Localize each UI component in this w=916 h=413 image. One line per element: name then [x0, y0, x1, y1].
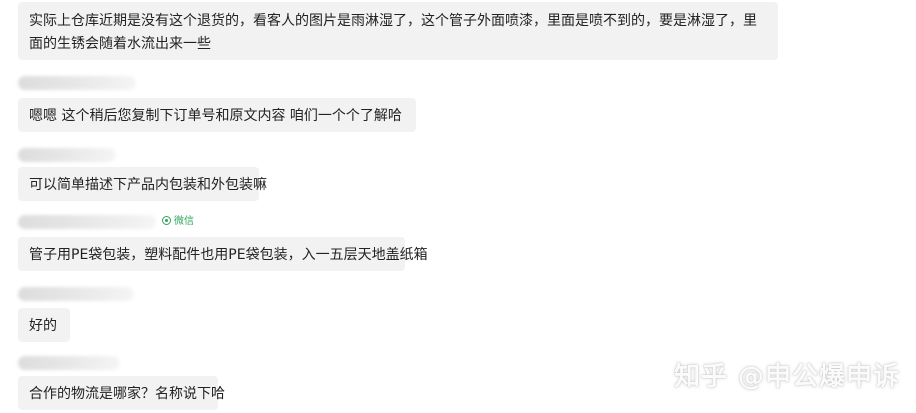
message-text: 管子用PE袋包装，塑料配件也用PE袋包装，入一五层天地盖纸箱	[29, 247, 428, 263]
blurred-sender-name	[18, 356, 120, 370]
wechat-source-tag: 微信	[162, 215, 194, 229]
blurred-sender-name	[18, 215, 156, 229]
message-text: 嗯嗯 这个稍后您复制下订单号和原文内容 咱们一个个了解哈	[29, 108, 402, 124]
message-bubble: 实际上仓库近期是没有这个退货的，看客人的图片是雨淋湿了，这个管子外面喷漆，里面是…	[18, 2, 778, 60]
message-text: 实际上仓库近期是没有这个退货的，看客人的图片是雨淋湿了，这个管子外面喷漆，里面是…	[29, 13, 757, 52]
blurred-sender-name	[18, 76, 136, 90]
message-text: 可以简单描述下产品内包装和外包装嘛	[29, 177, 267, 193]
message-bubble: 好的	[18, 308, 70, 342]
chat-screenshot: 实际上仓库近期是没有这个退货的，看客人的图片是雨淋湿了，这个管子外面喷漆，里面是…	[0, 0, 916, 413]
message-bubble: 可以简单描述下产品内包装和外包装嘛	[18, 167, 267, 201]
zhihu-watermark: 知乎 @申公爆申诉	[673, 362, 900, 392]
source-tag-label: 微信	[174, 216, 194, 227]
blurred-sender-name	[18, 287, 134, 301]
wechat-source-icon	[162, 216, 171, 225]
message-text: 好的	[29, 318, 57, 334]
blurred-sender-name	[18, 148, 116, 162]
message-bubble: 嗯嗯 这个稍后您复制下订单号和原文内容 咱们一个个了解哈	[18, 98, 416, 132]
message-bubble: 管子用PE袋包装，塑料配件也用PE袋包装，入一五层天地盖纸箱	[18, 237, 428, 271]
message-bubble: 合作的物流是哪家？名称说下哈	[18, 376, 225, 410]
message-text: 合作的物流是哪家？名称说下哈	[29, 386, 225, 402]
